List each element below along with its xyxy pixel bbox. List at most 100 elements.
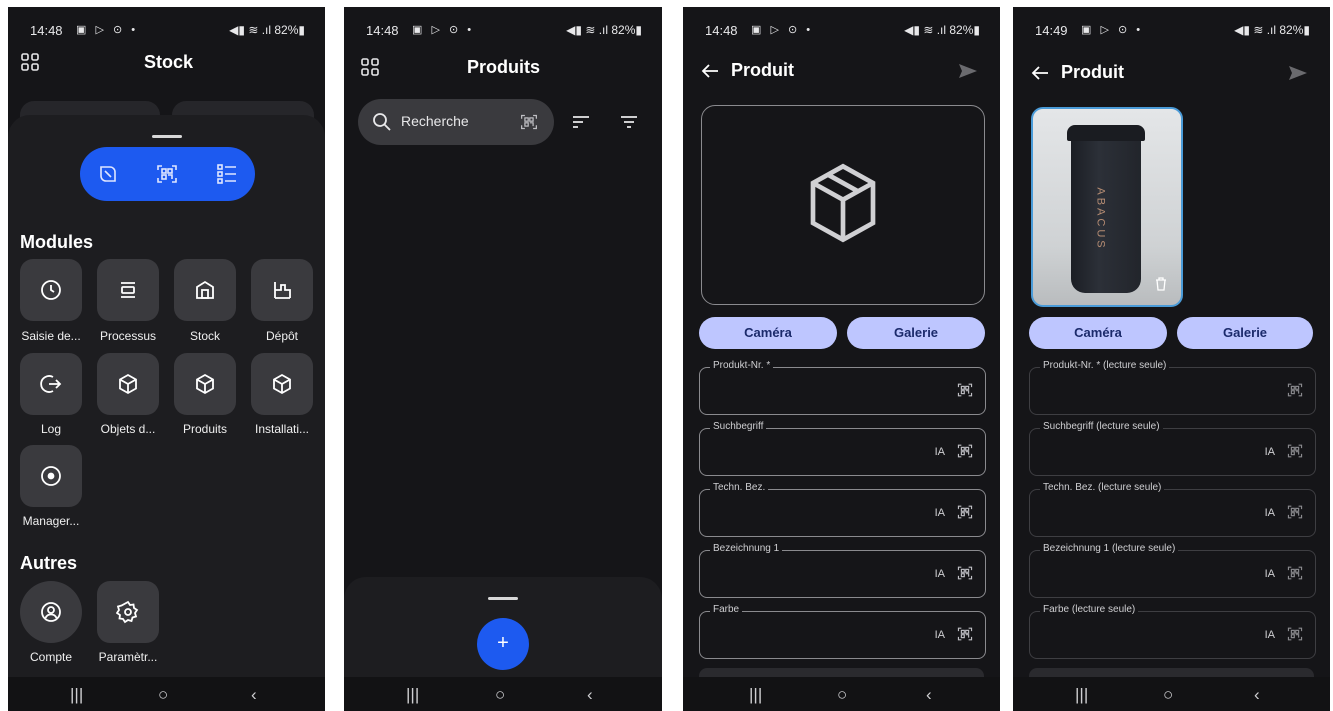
recent-apps-button[interactable]: ||| xyxy=(70,685,83,705)
farbe-field: Farbe (lecture seule) IA xyxy=(1029,604,1316,659)
status-time: 14:48 xyxy=(30,23,63,38)
add-product-button[interactable]: + xyxy=(477,618,529,670)
module-tile-objets[interactable] xyxy=(97,353,159,415)
home-button[interactable]: ○ xyxy=(495,685,505,705)
home-button[interactable]: ○ xyxy=(158,685,168,705)
photo-placeholder[interactable] xyxy=(701,105,985,305)
bezeichnung-field[interactable]: Bezeichnung 1 IA xyxy=(699,543,986,598)
sheet-handle[interactable] xyxy=(488,597,518,600)
qr-scan-icon xyxy=(1287,504,1303,520)
status-right: ◀▮ ≋ .ıl 82%▮ xyxy=(904,23,980,37)
camera-button[interactable]: Caméra xyxy=(699,317,837,349)
qr-scan-icon[interactable] xyxy=(957,626,973,642)
list-icon[interactable] xyxy=(215,162,239,186)
status-bar: 14:48 ▣ ▷ ⊙ • ◀▮ ≋ .ıl 82%▮ xyxy=(8,21,325,41)
status-bar: 14:48 ▣ ▷ ⊙ • ◀▮ ≋ .ıl 82%▮ xyxy=(683,21,1000,41)
qr-scan-icon[interactable] xyxy=(957,443,973,459)
back-arrow-icon[interactable] xyxy=(1031,65,1049,81)
status-time: 14:48 xyxy=(705,23,738,38)
module-label: Log xyxy=(40,422,62,436)
send-icon[interactable] xyxy=(958,63,978,79)
module-tile-manager[interactable] xyxy=(20,445,82,507)
module-label: Installati... xyxy=(254,422,310,436)
filter-icon[interactable] xyxy=(620,114,638,130)
search-bar[interactable]: Recherche xyxy=(358,99,554,145)
field-label: Suchbegriff (lecture seule) xyxy=(1040,421,1163,432)
field-label: Farbe xyxy=(710,604,743,615)
module-label: Objets d... xyxy=(100,422,156,436)
back-arrow-icon[interactable] xyxy=(701,63,719,79)
search-input[interactable]: Recherche xyxy=(401,113,469,129)
status-icons: ▣ ▷ ⊙ • xyxy=(1081,24,1144,36)
module-tile-processus[interactable] xyxy=(97,259,159,321)
techn-bez-field[interactable]: Techn. Bez. IA xyxy=(699,482,986,537)
apps-grid-icon[interactable] xyxy=(360,57,380,77)
qr-scan-icon[interactable] xyxy=(155,162,179,186)
page-title: Stock xyxy=(144,52,194,72)
qr-scan-icon xyxy=(1287,382,1303,398)
apps-grid-icon[interactable] xyxy=(20,52,40,72)
tumbler-image: ABACUS xyxy=(1067,125,1145,293)
module-tile-saisie[interactable] xyxy=(20,259,82,321)
module-tile-stock[interactable] xyxy=(174,259,236,321)
status-icons: ▣ ▷ ⊙ • xyxy=(76,24,139,36)
send-icon[interactable] xyxy=(1288,65,1308,81)
home-button[interactable]: ○ xyxy=(1163,685,1173,705)
recent-apps-button[interactable]: ||| xyxy=(1075,685,1088,705)
delete-icon[interactable] xyxy=(1155,277,1167,291)
gallery-button[interactable]: Galerie xyxy=(1177,317,1313,349)
field-label: Produkt-Nr. * xyxy=(710,360,774,371)
qr-scan-icon[interactable] xyxy=(957,565,973,581)
qr-scan-icon[interactable] xyxy=(520,113,538,131)
camera-button[interactable]: Caméra xyxy=(1029,317,1167,349)
status-time: 14:49 xyxy=(1035,23,1068,38)
cube-icon xyxy=(193,372,217,396)
product-photo[interactable]: ABACUS xyxy=(1031,107,1183,307)
target-icon xyxy=(39,464,63,488)
settings-tile[interactable] xyxy=(97,581,159,643)
back-button[interactable]: ‹ xyxy=(1254,685,1260,705)
field-label: Bezeichnung 1 (lecture seule) xyxy=(1040,543,1179,554)
home-button[interactable]: ○ xyxy=(837,685,847,705)
clock-icon xyxy=(39,278,63,302)
produkt-nr-field[interactable]: Produkt-Nr. * xyxy=(699,360,986,415)
system-nav-bar: ||| ○ ‹ xyxy=(8,677,325,711)
sheet-handle[interactable] xyxy=(152,135,182,138)
cube-icon xyxy=(270,372,294,396)
module-label: Dépôt xyxy=(265,329,299,343)
ai-fill-button[interactable]: IA xyxy=(935,629,945,641)
account-tile[interactable] xyxy=(20,581,82,643)
recent-apps-button[interactable]: ||| xyxy=(406,685,419,705)
nfc-icon[interactable] xyxy=(96,162,120,186)
field-label: Suchbegriff xyxy=(710,421,767,432)
photo-brand-text: ABACUS xyxy=(1094,187,1107,251)
system-nav-bar: ||| ○ ‹ xyxy=(344,677,662,711)
recent-apps-button[interactable]: ||| xyxy=(749,685,762,705)
module-tile-depot[interactable] xyxy=(251,259,313,321)
qr-scan-icon[interactable] xyxy=(957,382,973,398)
gallery-button[interactable]: Galerie xyxy=(847,317,985,349)
settings-icon xyxy=(116,600,140,624)
field-label: Farbe (lecture seule) xyxy=(1040,604,1139,615)
ai-fill-button[interactable]: IA xyxy=(935,446,945,458)
sort-icon[interactable] xyxy=(572,114,590,130)
qr-scan-icon[interactable] xyxy=(957,504,973,520)
field-label: Techn. Bez. xyxy=(710,482,769,493)
module-tile-installations[interactable] xyxy=(251,353,313,415)
back-button[interactable]: ‹ xyxy=(926,685,932,705)
back-button[interactable]: ‹ xyxy=(587,685,593,705)
suchbegriff-field[interactable]: Suchbegriff IA xyxy=(699,421,986,476)
screen-produits: 14:48 ▣ ▷ ⊙ • ◀▮ ≋ .ıl 82%▮ Produits Rec… xyxy=(344,7,662,711)
cube-icon xyxy=(116,372,140,396)
status-icons: ▣ ▷ ⊙ • xyxy=(751,24,814,36)
module-tile-produits[interactable] xyxy=(174,353,236,415)
screen-produit-new: 14:48 ▣ ▷ ⊙ • ◀▮ ≋ .ıl 82%▮ Produit Camé… xyxy=(683,7,1000,711)
ai-fill-button: IA xyxy=(1264,568,1275,580)
back-button[interactable]: ‹ xyxy=(251,685,257,705)
produkt-nr-field: Produkt-Nr. * (lecture seule) xyxy=(1029,360,1316,415)
ai-fill-button[interactable]: IA xyxy=(935,507,945,519)
module-tile-log[interactable] xyxy=(20,353,82,415)
page-title: Produit xyxy=(731,60,794,80)
farbe-field[interactable]: Farbe IA xyxy=(699,604,986,659)
ai-fill-button[interactable]: IA xyxy=(935,568,945,580)
